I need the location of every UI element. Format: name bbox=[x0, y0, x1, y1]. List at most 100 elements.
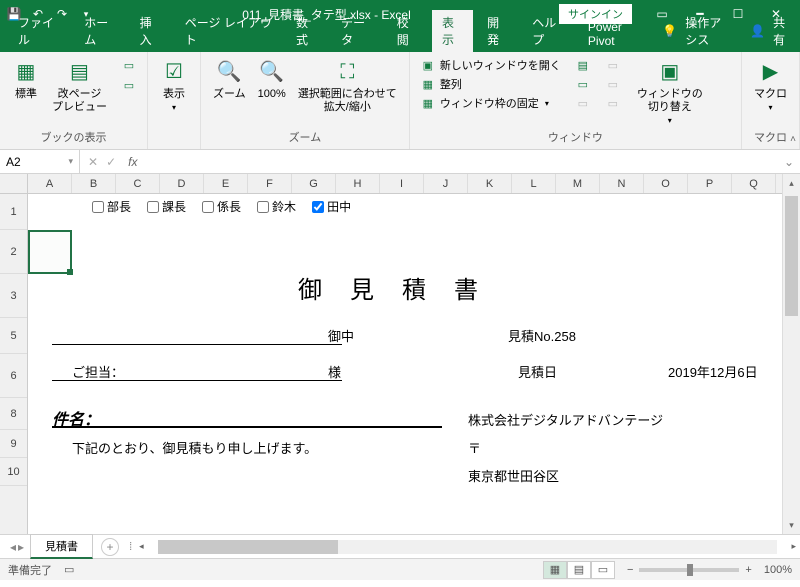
zoom-button[interactable]: 🔍ズーム bbox=[209, 56, 250, 103]
small-view-1[interactable]: ▭ bbox=[119, 56, 139, 74]
row-header[interactable]: 10 bbox=[0, 458, 27, 486]
col-header[interactable]: P bbox=[688, 174, 732, 193]
tab-pagelayout[interactable]: ページ レイアウト bbox=[175, 10, 282, 52]
status-bar: 準備完了 ▭ ▦ ▤ ▭ − + 100% bbox=[0, 558, 800, 580]
pagebreak-view-icon[interactable]: ▭ bbox=[591, 561, 615, 579]
arrange-button[interactable]: ▦整列 bbox=[418, 75, 563, 93]
vertical-scrollbar[interactable]: ▴ ▾ bbox=[782, 174, 800, 534]
col-header[interactable]: N bbox=[600, 174, 644, 193]
col-header[interactable]: H bbox=[336, 174, 380, 193]
freeze-button[interactable]: ▦ウィンドウ枠の固定▾ bbox=[418, 94, 563, 112]
check-kakaricho[interactable]: 係長 bbox=[202, 198, 241, 215]
tab-data[interactable]: データ bbox=[331, 10, 383, 52]
col-header[interactable]: D bbox=[160, 174, 204, 193]
scroll-down-icon[interactable]: ▾ bbox=[783, 516, 800, 534]
pagelayout-view-icon[interactable]: ▤ bbox=[567, 561, 591, 579]
col-header[interactable]: A bbox=[28, 174, 72, 193]
zoom-slider[interactable] bbox=[639, 568, 739, 572]
enter-icon[interactable]: ✓ bbox=[106, 155, 116, 169]
check-suzuki[interactable]: 鈴木 bbox=[257, 198, 296, 215]
tab-developer[interactable]: 開発 bbox=[477, 10, 518, 52]
col-header[interactable]: I bbox=[380, 174, 424, 193]
row-header[interactable]: 5 bbox=[0, 318, 27, 354]
horizontal-scrollbar[interactable]: ⁞ ◂ ▸ bbox=[139, 540, 796, 554]
show-button[interactable]: ☑表示▾ bbox=[156, 56, 192, 115]
pagebreak-view-button[interactable]: ▤改ページ プレビュー bbox=[48, 56, 111, 116]
small-view-2[interactable]: ▭ bbox=[119, 76, 139, 94]
tell-me-input[interactable]: 操作アシス bbox=[685, 14, 732, 48]
new-window-button[interactable]: ▣新しいウィンドウを開く bbox=[418, 56, 563, 74]
zoom-100-button[interactable]: 🔍100% bbox=[254, 56, 290, 103]
col-header[interactable]: L bbox=[512, 174, 556, 193]
normal-view-icon[interactable]: ▦ bbox=[543, 561, 567, 579]
tab-help[interactable]: ヘルプ bbox=[522, 10, 574, 52]
hide-button[interactable]: ▭ bbox=[573, 75, 593, 93]
check-label: 係長 bbox=[217, 198, 241, 215]
row-header[interactable]: 1 bbox=[0, 194, 27, 230]
check-bucho[interactable]: 部長 bbox=[92, 198, 131, 215]
zoom-in-icon[interactable]: + bbox=[745, 564, 751, 576]
cancel-icon[interactable]: ✕ bbox=[88, 155, 98, 169]
worksheet-canvas[interactable]: 部長 課長 係長 鈴木 田中 御見積書 御中 見積No.258 ご担当： 様 見… bbox=[28, 194, 782, 534]
row-header[interactable]: 2 bbox=[0, 230, 27, 274]
sheet-prev-icon[interactable]: ◂ bbox=[10, 540, 16, 554]
col-header[interactable]: K bbox=[468, 174, 512, 193]
zoom-level[interactable]: 100% bbox=[764, 564, 792, 576]
zoom-handle[interactable] bbox=[687, 564, 693, 576]
name-box[interactable]: A2▾ bbox=[0, 150, 80, 173]
sheet-tab[interactable]: 見積書 bbox=[30, 534, 93, 559]
check-tanaka[interactable]: 田中 bbox=[312, 198, 351, 215]
normal-view-button[interactable]: ▦標準 bbox=[8, 56, 44, 103]
scroll-thumb[interactable] bbox=[785, 196, 798, 316]
split-button[interactable]: ▤ bbox=[573, 56, 593, 74]
add-sheet-button[interactable]: + bbox=[101, 538, 119, 556]
scroll-up-icon[interactable]: ▴ bbox=[783, 174, 800, 192]
fx-icon[interactable]: fx bbox=[124, 155, 141, 169]
col-header[interactable]: O bbox=[644, 174, 688, 193]
collapse-ribbon-icon[interactable]: ˄ bbox=[790, 134, 796, 145]
tab-formulas[interactable]: 数式 bbox=[286, 10, 327, 52]
zoom-label: ズーム bbox=[213, 88, 246, 101]
check-label: 鈴木 bbox=[272, 198, 296, 215]
scroll-left-icon[interactable]: ◂ bbox=[139, 541, 144, 552]
col-header[interactable]: M bbox=[556, 174, 600, 193]
col-header[interactable]: G bbox=[292, 174, 336, 193]
row-header[interactable]: 6 bbox=[0, 354, 27, 398]
expand-formula-icon[interactable]: ⌄ bbox=[778, 155, 800, 169]
select-all-corner[interactable] bbox=[0, 174, 27, 194]
side-button-2[interactable]: ▭ bbox=[603, 75, 623, 93]
row-header[interactable]: 3 bbox=[0, 274, 27, 318]
scroll-right-icon[interactable]: ▸ bbox=[791, 541, 796, 552]
macro-record-icon[interactable]: ▭ bbox=[64, 563, 74, 576]
selected-cell[interactable] bbox=[28, 230, 72, 274]
col-header[interactable]: F bbox=[248, 174, 292, 193]
tab-powerpivot[interactable]: Power Pivot bbox=[578, 16, 654, 52]
tab-view[interactable]: 表示 bbox=[432, 10, 473, 52]
tab-file[interactable]: ファイル bbox=[8, 10, 70, 52]
col-header[interactable]: C bbox=[116, 174, 160, 193]
col-header[interactable]: E bbox=[204, 174, 248, 193]
group-show: ☑表示▾ bbox=[148, 52, 201, 149]
tab-review[interactable]: 校閲 bbox=[387, 10, 428, 52]
zoomfit-label: 選択範囲に合わせて 拡大/縮小 bbox=[298, 88, 397, 114]
col-header[interactable]: J bbox=[424, 174, 468, 193]
side-button-1[interactable]: ▭ bbox=[603, 56, 623, 74]
scroll-thumb[interactable] bbox=[158, 540, 338, 554]
unhide-button[interactable]: ▭ bbox=[573, 94, 593, 112]
col-header[interactable]: Q bbox=[732, 174, 776, 193]
macros-button[interactable]: ▶マクロ▾ bbox=[750, 56, 791, 115]
zoom-selection-button[interactable]: ⛶選択範囲に合わせて 拡大/縮小 bbox=[294, 56, 401, 116]
check-kacho[interactable]: 課長 bbox=[147, 198, 186, 215]
row-header[interactable]: 9 bbox=[0, 430, 27, 458]
row-headers: 1 2 3 5 6 8 9 10 bbox=[0, 174, 28, 534]
sheet-next-icon[interactable]: ▸ bbox=[18, 540, 24, 554]
share-button[interactable]: 共有 bbox=[773, 14, 792, 48]
switch-window-button[interactable]: ▣ウィンドウの 切り替え▾ bbox=[633, 56, 707, 128]
side-button-3[interactable]: ▭ bbox=[603, 94, 623, 112]
group-label: ウィンドウ bbox=[418, 129, 733, 147]
zoom-out-icon[interactable]: − bbox=[627, 564, 633, 576]
row-header[interactable]: 8 bbox=[0, 398, 27, 430]
tab-home[interactable]: ホーム bbox=[74, 10, 125, 52]
col-header[interactable]: B bbox=[72, 174, 116, 193]
tab-insert[interactable]: 挿入 bbox=[130, 10, 171, 52]
